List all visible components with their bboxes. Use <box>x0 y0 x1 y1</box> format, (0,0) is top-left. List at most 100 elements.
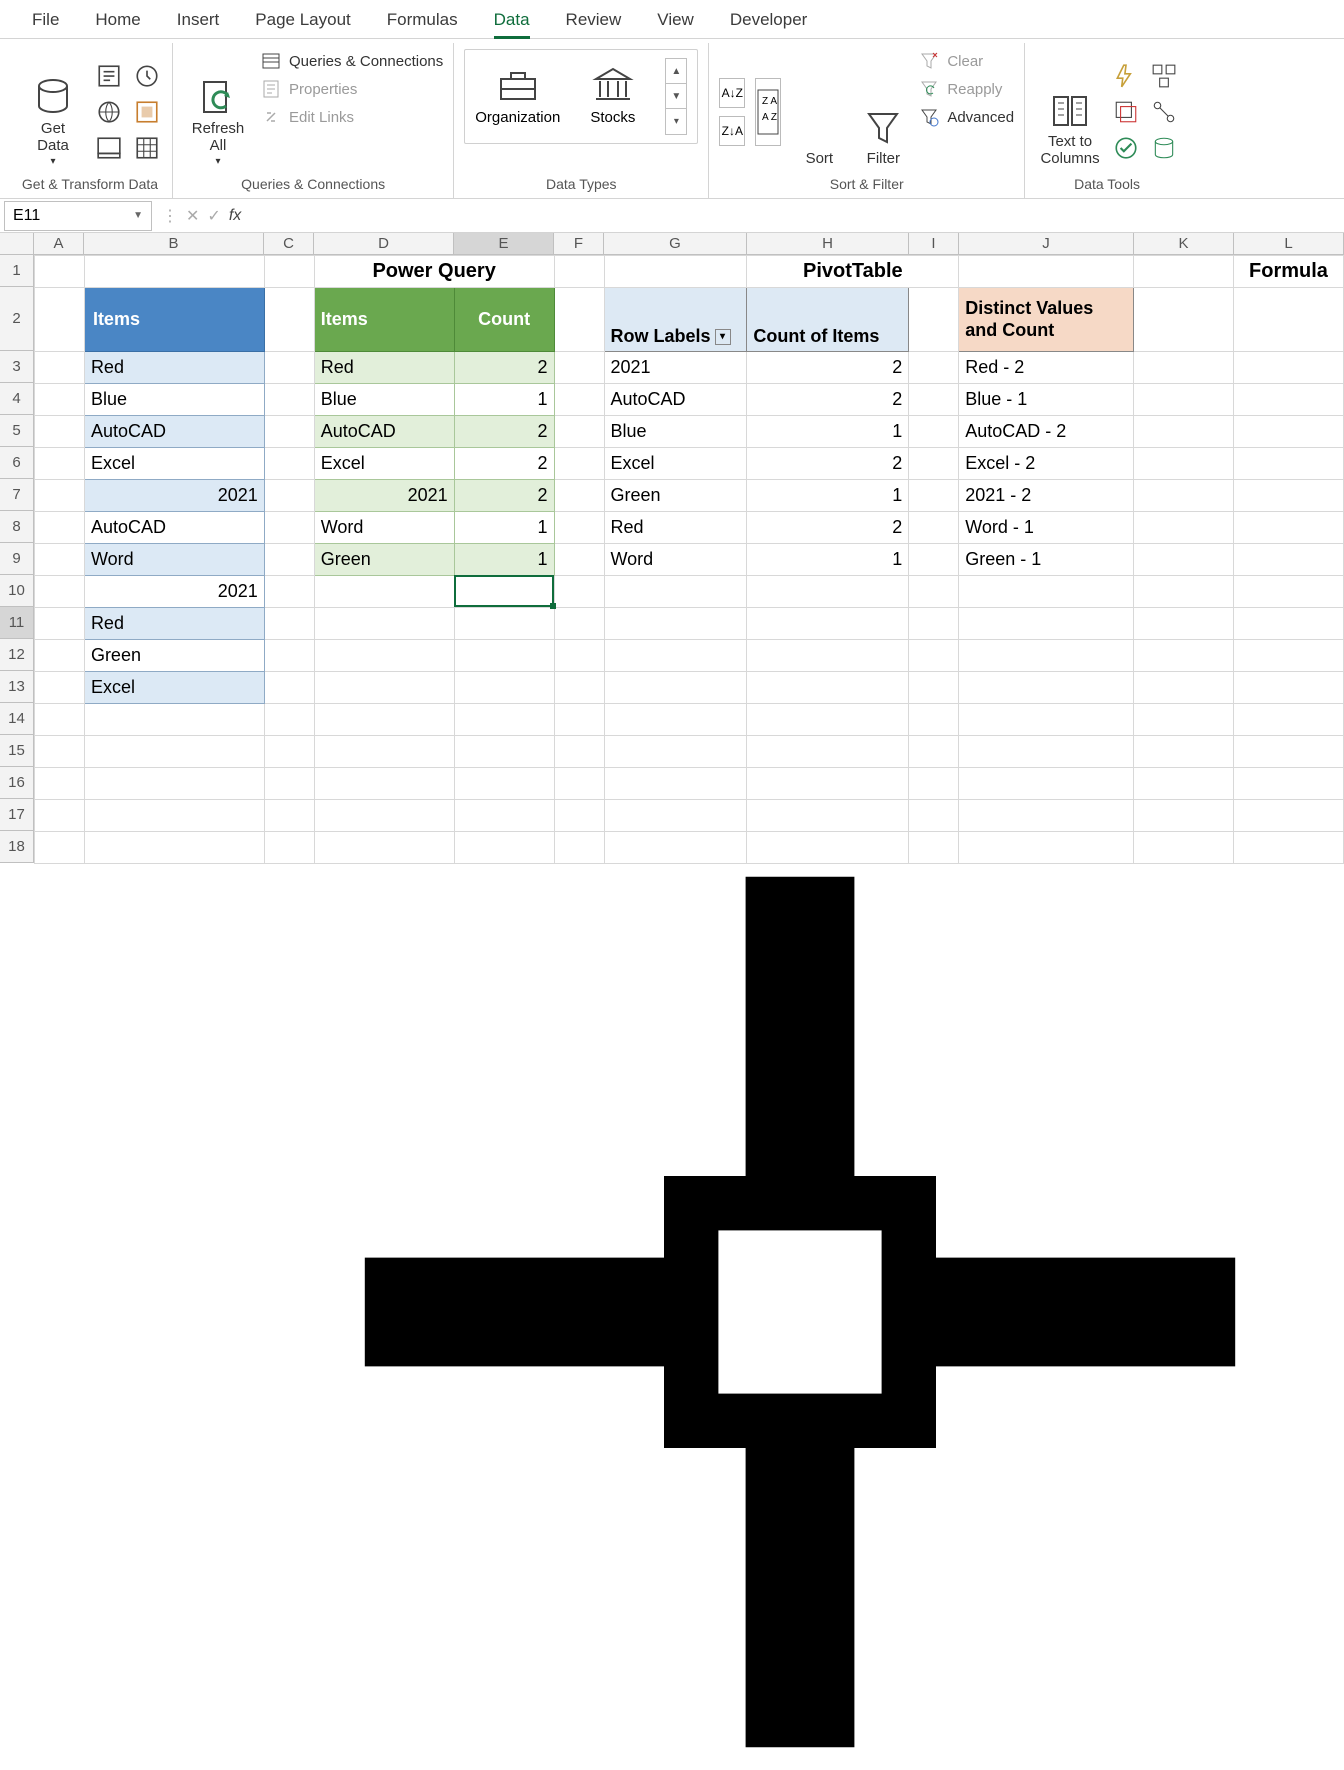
cell-B3[interactable]: Red <box>84 352 264 384</box>
cell-C17[interactable] <box>264 800 314 832</box>
cell-H3[interactable]: 2 <box>747 352 909 384</box>
cell-E7[interactable]: 2 <box>454 480 554 512</box>
scroll-up-icon[interactable]: ▲ <box>666 59 686 84</box>
cell-B12[interactable]: Green <box>84 640 264 672</box>
tab-data[interactable]: Data <box>476 4 548 38</box>
cell-J2[interactable]: Distinct Values and Count <box>959 288 1134 352</box>
cell-I18[interactable] <box>909 832 959 864</box>
cell-J10[interactable] <box>959 576 1134 608</box>
name-box[interactable]: E11 ▼ <box>4 201 152 231</box>
cell-I7[interactable] <box>909 480 959 512</box>
reapply-button[interactable]: Reapply <box>919 79 1014 99</box>
cell-G5[interactable]: Blue <box>604 416 747 448</box>
cell-G15[interactable] <box>604 736 747 768</box>
cell-G11[interactable] <box>604 608 747 640</box>
tab-home[interactable]: Home <box>77 4 158 38</box>
col-header-A[interactable]: A <box>34 233 84 254</box>
cell-F13[interactable] <box>554 672 604 704</box>
cell-K16[interactable] <box>1134 768 1234 800</box>
col-header-G[interactable]: G <box>604 233 747 254</box>
data-validation-icon[interactable] <box>1113 135 1139 161</box>
get-data-button[interactable]: Get Data ▾ <box>18 49 88 167</box>
row-header-4[interactable]: 4 <box>0 383 34 415</box>
scroll-more-icon[interactable]: ▾ <box>666 109 686 134</box>
cell-C13[interactable] <box>264 672 314 704</box>
formula-input[interactable] <box>251 201 1344 231</box>
cell-A1[interactable] <box>35 256 85 288</box>
cell-K17[interactable] <box>1134 800 1234 832</box>
cell-H17[interactable] <box>747 800 909 832</box>
from-web-icon[interactable] <box>96 99 122 125</box>
cell-A12[interactable] <box>35 640 85 672</box>
cell-G1[interactable] <box>604 256 747 288</box>
cell-I14[interactable] <box>909 704 959 736</box>
cell-D15[interactable] <box>314 736 454 768</box>
cell-H11[interactable] <box>747 608 909 640</box>
cell-H16[interactable] <box>747 768 909 800</box>
cell-I3[interactable] <box>909 352 959 384</box>
cell-L5[interactable] <box>1233 416 1343 448</box>
cell-C3[interactable] <box>264 352 314 384</box>
cell-B17[interactable] <box>84 800 264 832</box>
cell-I12[interactable] <box>909 640 959 672</box>
cell-K5[interactable] <box>1134 416 1234 448</box>
existing-conn-icon[interactable] <box>134 99 160 125</box>
cell-L8[interactable] <box>1233 512 1343 544</box>
recent-sources-icon[interactable] <box>134 63 160 89</box>
cell-L13[interactable] <box>1233 672 1343 704</box>
cell-H13[interactable] <box>747 672 909 704</box>
cell-J3[interactable]: Red - 2 <box>959 352 1134 384</box>
cell-B11[interactable]: Red <box>84 608 264 640</box>
col-header-B[interactable]: B <box>84 233 264 254</box>
tab-formulas[interactable]: Formulas <box>369 4 476 38</box>
datatype-stocks[interactable]: Stocks <box>590 67 635 126</box>
cell-D8[interactable]: Word <box>314 512 454 544</box>
cell-G6[interactable]: Excel <box>604 448 747 480</box>
cell-B18[interactable] <box>84 832 264 864</box>
cell-E10[interactable] <box>454 576 554 608</box>
cell-H15[interactable] <box>747 736 909 768</box>
row-header-10[interactable]: 10 <box>0 575 34 607</box>
cell-H6[interactable]: 2 <box>747 448 909 480</box>
cell-L10[interactable] <box>1233 576 1343 608</box>
cell-I6[interactable] <box>909 448 959 480</box>
row-header-17[interactable]: 17 <box>0 799 34 831</box>
from-table-icon[interactable] <box>134 135 160 161</box>
fill-handle[interactable] <box>550 603 556 609</box>
cell-I16[interactable] <box>909 768 959 800</box>
cell-J9[interactable]: Green - 1 <box>959 544 1134 576</box>
cell-D12[interactable] <box>314 640 454 672</box>
cell-A10[interactable] <box>35 576 85 608</box>
cell-G2[interactable]: Row Labels▾ <box>604 288 747 352</box>
cell-C4[interactable] <box>264 384 314 416</box>
relationships-icon[interactable] <box>1151 99 1177 125</box>
cell-F12[interactable] <box>554 640 604 672</box>
cell-A5[interactable] <box>35 416 85 448</box>
col-header-H[interactable]: H <box>747 233 909 254</box>
cell-J5[interactable]: AutoCAD - 2 <box>959 416 1134 448</box>
cell-D3[interactable]: Red <box>314 352 454 384</box>
cell-H1[interactable]: PivotTable <box>747 256 959 288</box>
cell-E5[interactable]: 2 <box>454 416 554 448</box>
cell-L2[interactable] <box>1233 288 1343 352</box>
cell-D6[interactable]: Excel <box>314 448 454 480</box>
cell-K6[interactable] <box>1134 448 1234 480</box>
cell-K4[interactable] <box>1134 384 1234 416</box>
cell-G9[interactable]: Word <box>604 544 747 576</box>
tab-view[interactable]: View <box>639 4 712 38</box>
cell-K1[interactable] <box>1134 256 1234 288</box>
col-header-D[interactable]: D <box>314 233 454 254</box>
cell-E3[interactable]: 2 <box>454 352 554 384</box>
cell-L16[interactable] <box>1233 768 1343 800</box>
cell-K15[interactable] <box>1134 736 1234 768</box>
cell-L1[interactable]: Formula <box>1233 256 1343 288</box>
cell-C2[interactable] <box>264 288 314 352</box>
cell-J11[interactable] <box>959 608 1134 640</box>
cell-A4[interactable] <box>35 384 85 416</box>
cell-L18[interactable] <box>1233 832 1343 864</box>
cell-A2[interactable] <box>35 288 85 352</box>
cell-E15[interactable] <box>454 736 554 768</box>
cell-A3[interactable] <box>35 352 85 384</box>
cell-E17[interactable] <box>454 800 554 832</box>
row-header-7[interactable]: 7 <box>0 479 34 511</box>
